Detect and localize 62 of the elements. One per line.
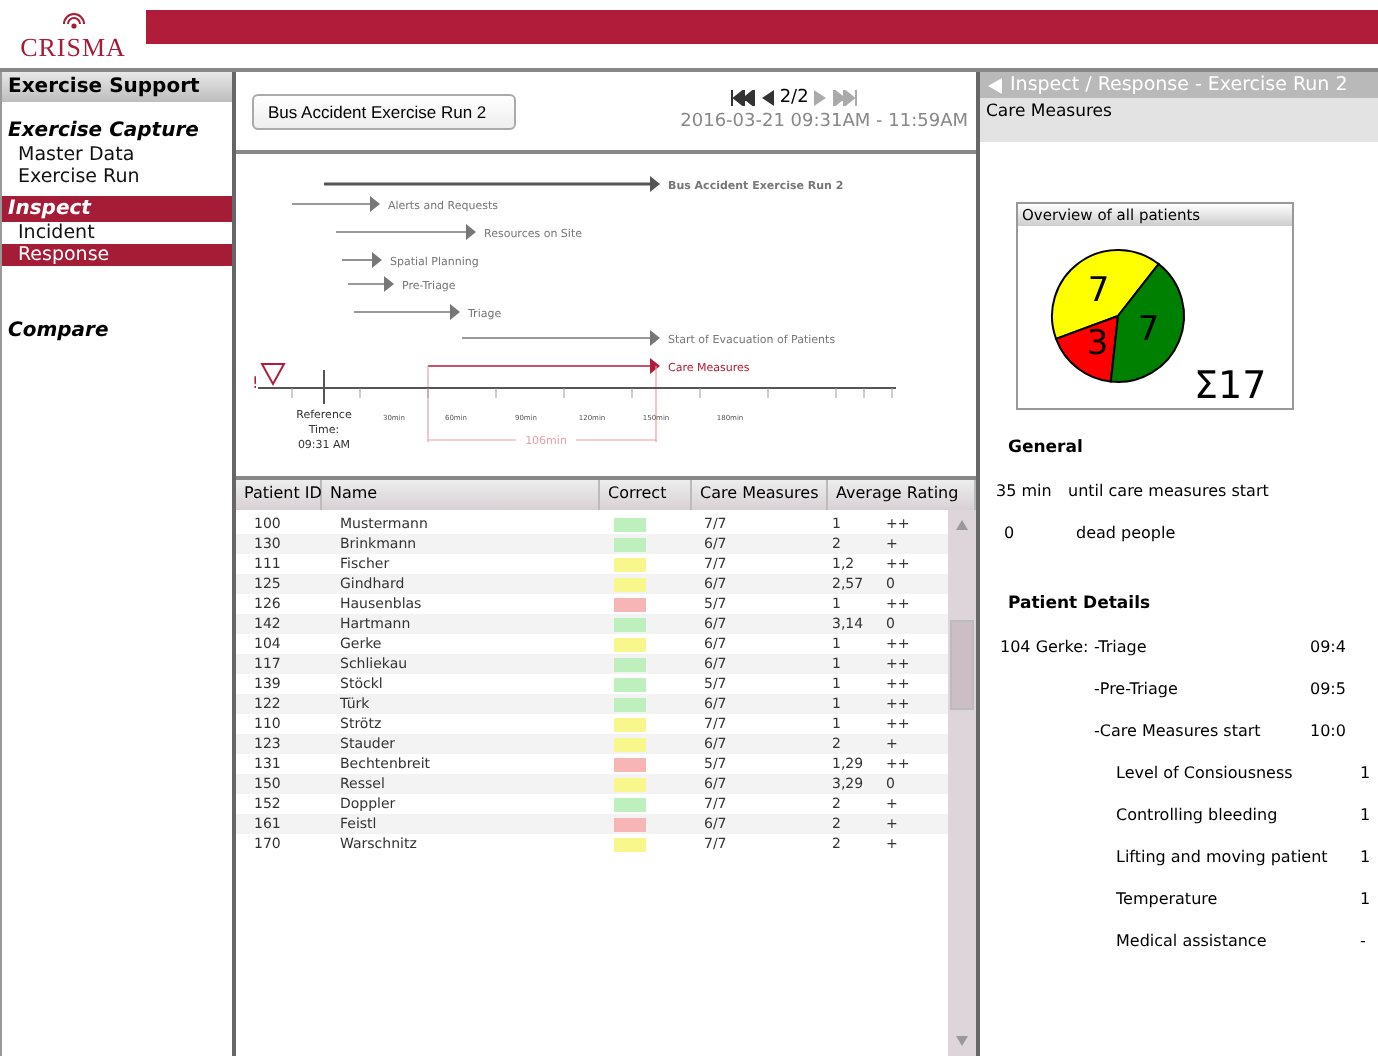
measure-value: 1	[1360, 806, 1373, 824]
back-icon[interactable]	[988, 77, 1002, 93]
slice-label: 3	[1086, 324, 1109, 364]
stat-label: until care measures start	[1068, 482, 1271, 500]
phase-arrow	[347, 276, 394, 292]
patient-name: 104 Gerke:	[1000, 638, 1091, 656]
measure-value: 1	[1360, 764, 1373, 782]
section-title[interactable]: Exercise Capture	[2, 118, 232, 144]
run-selector[interactable]: Bus Accident Exercise Run 2	[252, 94, 516, 130]
measure-label: Lifting and moving patient	[1116, 848, 1330, 866]
event-time: 10:0	[1310, 722, 1348, 740]
sidebar-item[interactable]: Incident	[2, 222, 232, 244]
first-icon[interactable]	[729, 90, 756, 106]
slice-label: 7	[1137, 310, 1160, 351]
phase-arrow	[341, 252, 382, 268]
measure-value: 1	[1360, 890, 1373, 908]
stat-value: 35 min	[996, 482, 1054, 500]
event-label: -Care Measures start	[1094, 722, 1263, 740]
warning-mark: !	[252, 374, 259, 392]
scroll-thumb[interactable]	[950, 620, 974, 710]
measure-value: 1	[1360, 848, 1373, 866]
scroll-up-icon[interactable]	[956, 520, 968, 530]
column-header[interactable]: Correct	[600, 480, 692, 510]
breadcrumb: Inspect / Response - Exercise Run 2	[1010, 74, 1348, 96]
section-heading: Patient Details	[1008, 594, 1153, 614]
panel-subtitle: Care Measures	[980, 98, 1378, 142]
measure-label: Medical assistance	[1116, 932, 1269, 950]
sidebar-title: Exercise Support	[2, 72, 232, 102]
stat-value: 0	[1004, 524, 1017, 542]
slice-label: 7	[1087, 271, 1110, 312]
measure-label: Temperature	[1116, 890, 1220, 908]
measure-value: -	[1360, 932, 1368, 950]
last-icon[interactable]	[832, 90, 859, 106]
section-title[interactable]: Inspect	[2, 196, 232, 222]
phase-arrow	[291, 196, 380, 212]
event-time: 09:4	[1310, 638, 1348, 656]
column-header[interactable]: Name	[322, 480, 600, 510]
date-range: 2016-03-21 09:31AM - 11:59AM	[680, 112, 968, 132]
section-title[interactable]: Compare	[2, 318, 232, 344]
phase-arrow	[353, 304, 460, 320]
event-time: 09:5	[1310, 680, 1348, 698]
measure-label: Level of Consiousness	[1116, 764, 1295, 782]
sidebar-item[interactable]: Master Data	[2, 144, 232, 166]
phase-arrow	[335, 224, 476, 240]
total-label: Σ17	[1194, 364, 1267, 406]
sidebar-item[interactable]: Response	[2, 244, 232, 266]
column-header[interactable]: Patient ID	[236, 480, 322, 510]
sidebar-item[interactable]: Exercise Run	[2, 166, 232, 188]
scroll-down-icon[interactable]	[956, 1036, 968, 1046]
scrollbar[interactable]	[948, 510, 976, 1056]
previous-icon[interactable]	[761, 90, 774, 106]
stat-label: dead people	[1076, 524, 1178, 542]
section-heading: General	[1008, 438, 1085, 458]
warning-icon	[260, 363, 286, 387]
signal-icon	[59, 12, 87, 32]
logo: CRISMA	[20, 32, 126, 64]
column-header[interactable]: Care Measures	[692, 480, 828, 510]
measure-label: Controlling bleeding	[1116, 806, 1280, 824]
next-icon[interactable]	[814, 90, 827, 106]
event-label: -Pre-Triage	[1094, 680, 1180, 698]
event-label: -Triage	[1094, 638, 1149, 656]
page-indicator: 2/2	[779, 88, 809, 108]
